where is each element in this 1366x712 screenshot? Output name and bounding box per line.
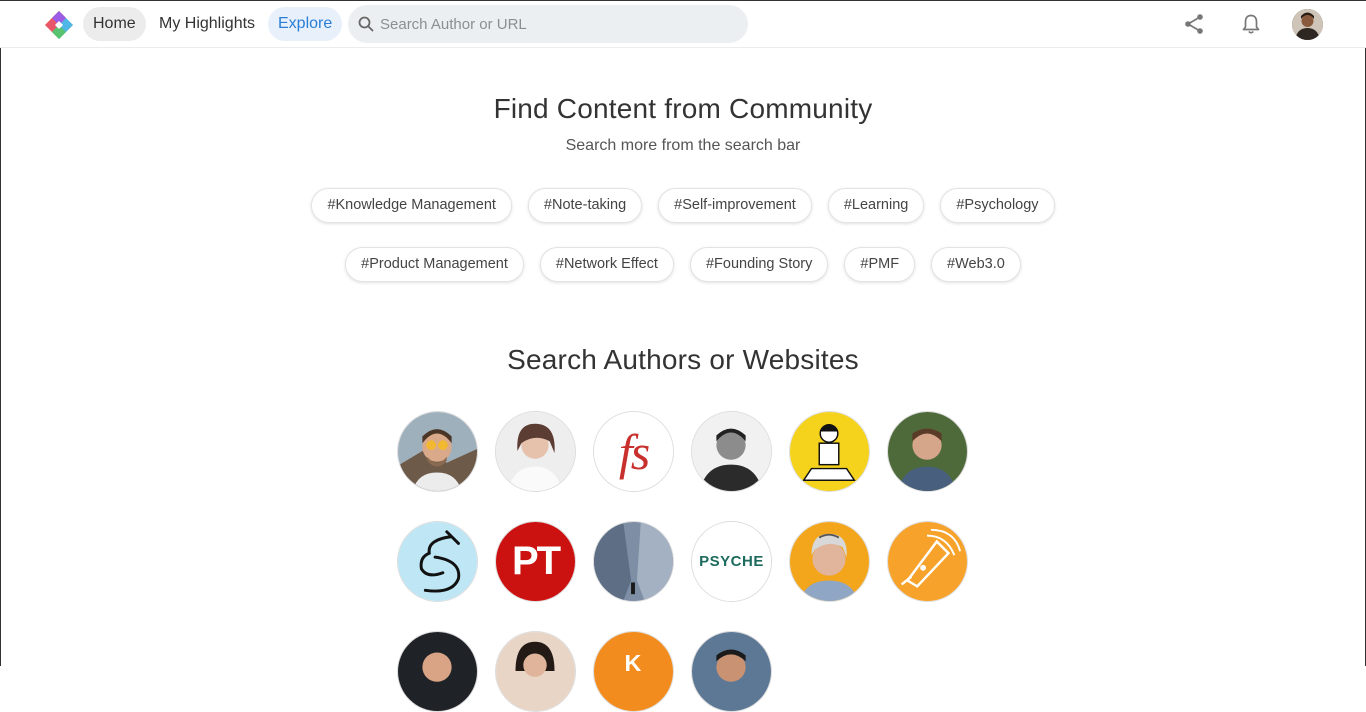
author-avatar[interactable] — [397, 411, 478, 492]
community-title: Find Content from Community — [493, 93, 873, 124]
author-avatar[interactable] — [887, 521, 968, 602]
app-logo-icon[interactable] — [44, 10, 74, 40]
tag-chip[interactable]: #Learning — [827, 188, 925, 223]
nav-explore-tab[interactable]: Explore — [268, 7, 343, 41]
author-avatar[interactable] — [495, 631, 576, 712]
tag-chip[interactable]: #Psychology — [940, 188, 1055, 223]
search-input[interactable] — [380, 5, 740, 43]
bell-icon[interactable] — [1240, 13, 1262, 35]
author-avatar[interactable] — [691, 411, 772, 492]
tag-chip[interactable]: #Web3.0 — [931, 247, 1021, 282]
nav-my-highlights-tab[interactable]: My Highlights — [149, 7, 265, 41]
author-avatar[interactable] — [397, 521, 478, 602]
nav-home-tab[interactable]: Home — [83, 7, 146, 41]
author-avatar[interactable] — [887, 411, 968, 492]
search-icon — [358, 16, 374, 32]
author-avatar[interactable] — [397, 631, 478, 712]
author-avatar[interactable] — [691, 631, 772, 712]
user-avatar[interactable] — [1292, 9, 1323, 40]
author-avatar[interactable]: PT — [495, 521, 576, 602]
top-bar: Home My Highlights Explore — [0, 1, 1366, 48]
author-logo-text: fs — [618, 423, 650, 480]
tag-chip[interactable]: #Note-taking — [527, 188, 643, 223]
tag-row-1: #Knowledge Management #Note-taking #Self… — [0, 188, 1366, 223]
community-subtitle: Search more from the search bar — [565, 137, 801, 154]
tag-chip[interactable]: #Knowledge Management — [311, 188, 512, 223]
author-avatar[interactable] — [495, 411, 576, 492]
author-logo-text: PT — [511, 539, 561, 583]
svg-text:K: K — [625, 650, 642, 676]
tag-row-2: #Product Management #Network Effect #Fou… — [0, 247, 1366, 282]
authors-title: Search Authors or Websites — [507, 344, 859, 375]
search-bar[interactable] — [348, 5, 748, 43]
author-avatar[interactable] — [789, 521, 870, 602]
tag-chip[interactable]: #Self-improvement — [658, 188, 812, 223]
author-avatar[interactable]: PSYCHE — [691, 521, 772, 602]
tag-chip[interactable]: #Network Effect — [539, 247, 674, 282]
author-avatar[interactable]: K — [593, 631, 674, 712]
tag-chip[interactable]: #Product Management — [345, 247, 524, 282]
share-icon[interactable] — [1183, 13, 1205, 35]
author-avatar[interactable] — [789, 411, 870, 492]
author-avatar[interactable]: fs — [593, 411, 674, 492]
author-logo-text: PSYCHE — [699, 553, 764, 570]
tag-chip[interactable]: #PMF — [844, 247, 916, 282]
tag-chip[interactable]: #Founding Story — [689, 247, 829, 282]
author-avatar[interactable] — [593, 521, 674, 602]
